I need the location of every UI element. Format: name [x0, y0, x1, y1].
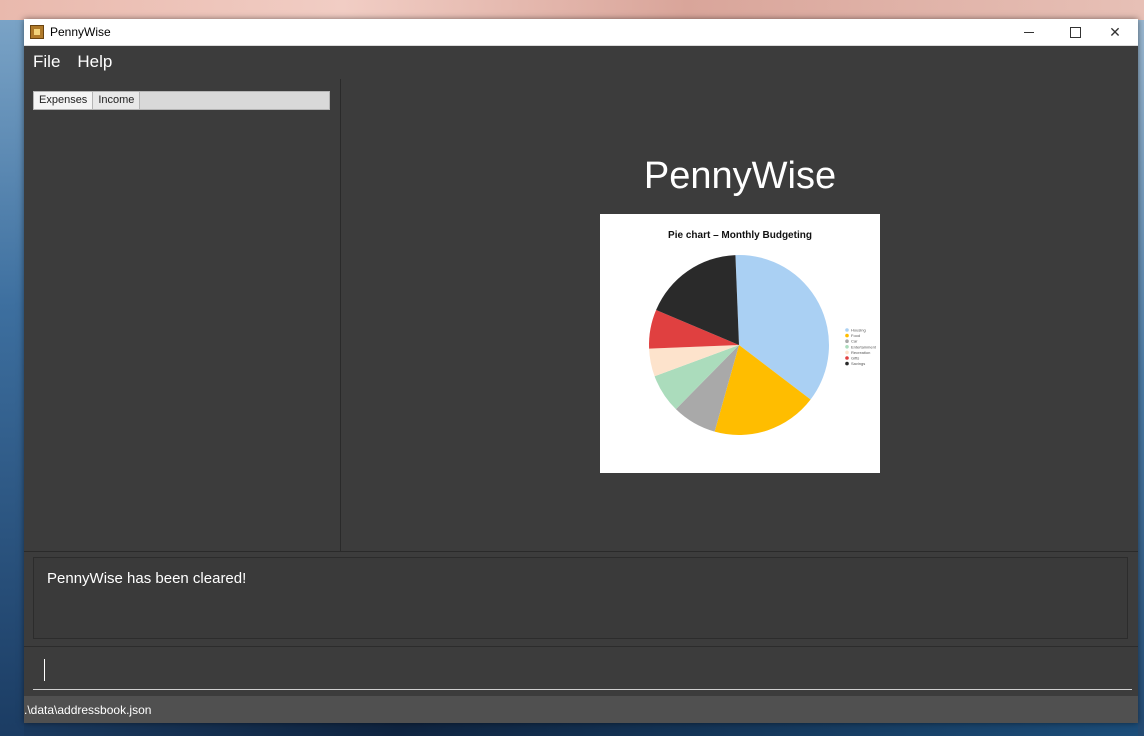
- app-heading: PennyWise: [643, 155, 837, 197]
- command-input[interactable]: [33, 655, 1132, 690]
- result-display: PennyWise has been cleared!: [33, 557, 1128, 639]
- title-bar[interactable]: PennyWise ✕: [24, 19, 1138, 46]
- desktop-background: [0, 0, 1144, 20]
- command-box: [24, 646, 1138, 694]
- legend-marker-food: [845, 333, 849, 338]
- tab-income[interactable]: Income: [93, 92, 141, 109]
- legend-marker-housing: [845, 328, 849, 332]
- menu-bar: File Help: [24, 46, 1138, 78]
- pie-chart-svg: HousingFoodCarEntertainmentRecreationGif…: [649, 255, 877, 435]
- minimize-button[interactable]: [1006, 19, 1052, 45]
- legend-label-housing: Housing: [851, 328, 866, 333]
- legend-label-food: Food: [851, 333, 860, 338]
- app-icon: [30, 25, 44, 39]
- main-panel: PennyWise Pie chart – Monthly Budgeting …: [342, 79, 1138, 551]
- legend-label-car: Car: [851, 339, 858, 344]
- list-panel: Expenses Income: [24, 79, 341, 551]
- tab-expenses[interactable]: Expenses: [34, 92, 94, 109]
- legend-label-savings: Savings: [851, 361, 865, 366]
- legend-marker-recreation: [845, 350, 849, 355]
- maximize-icon: [1069, 26, 1081, 38]
- save-location: .\data\addressbook.json: [24, 703, 152, 717]
- legend-marker-entertainment: [845, 345, 849, 349]
- legend-label-entertainment: Entertainment: [851, 344, 877, 349]
- pie-chart: Pie chart – Monthly Budgeting Housing Foo…: [600, 214, 880, 473]
- desktop-background-left: [0, 20, 24, 736]
- legend-marker-gifts: [845, 356, 849, 360]
- legend-label-recreation: Recreation: [851, 350, 870, 355]
- tab-bar: Expenses Income: [33, 91, 330, 110]
- minimize-icon: [1024, 31, 1034, 33]
- menu-file[interactable]: File: [24, 52, 68, 72]
- text-caret: [44, 659, 45, 681]
- result-message: PennyWise has been cleared!: [47, 570, 247, 587]
- app-window: PennyWise ✕ File Help Expenses Income Pe…: [24, 19, 1138, 723]
- close-button[interactable]: ✕: [1092, 19, 1138, 45]
- desktop-background-right: [1138, 20, 1144, 736]
- menu-help[interactable]: Help: [68, 52, 120, 72]
- legend-marker-car: [845, 339, 849, 343]
- legend-marker-savings: [845, 361, 849, 366]
- divider: [24, 551, 1138, 552]
- status-bar: .\data\addressbook.json: [24, 696, 1138, 723]
- close-icon: ✕: [1109, 23, 1121, 40]
- legend-label-gifts: Gifts: [851, 356, 859, 361]
- window-title: PennyWise: [50, 25, 111, 39]
